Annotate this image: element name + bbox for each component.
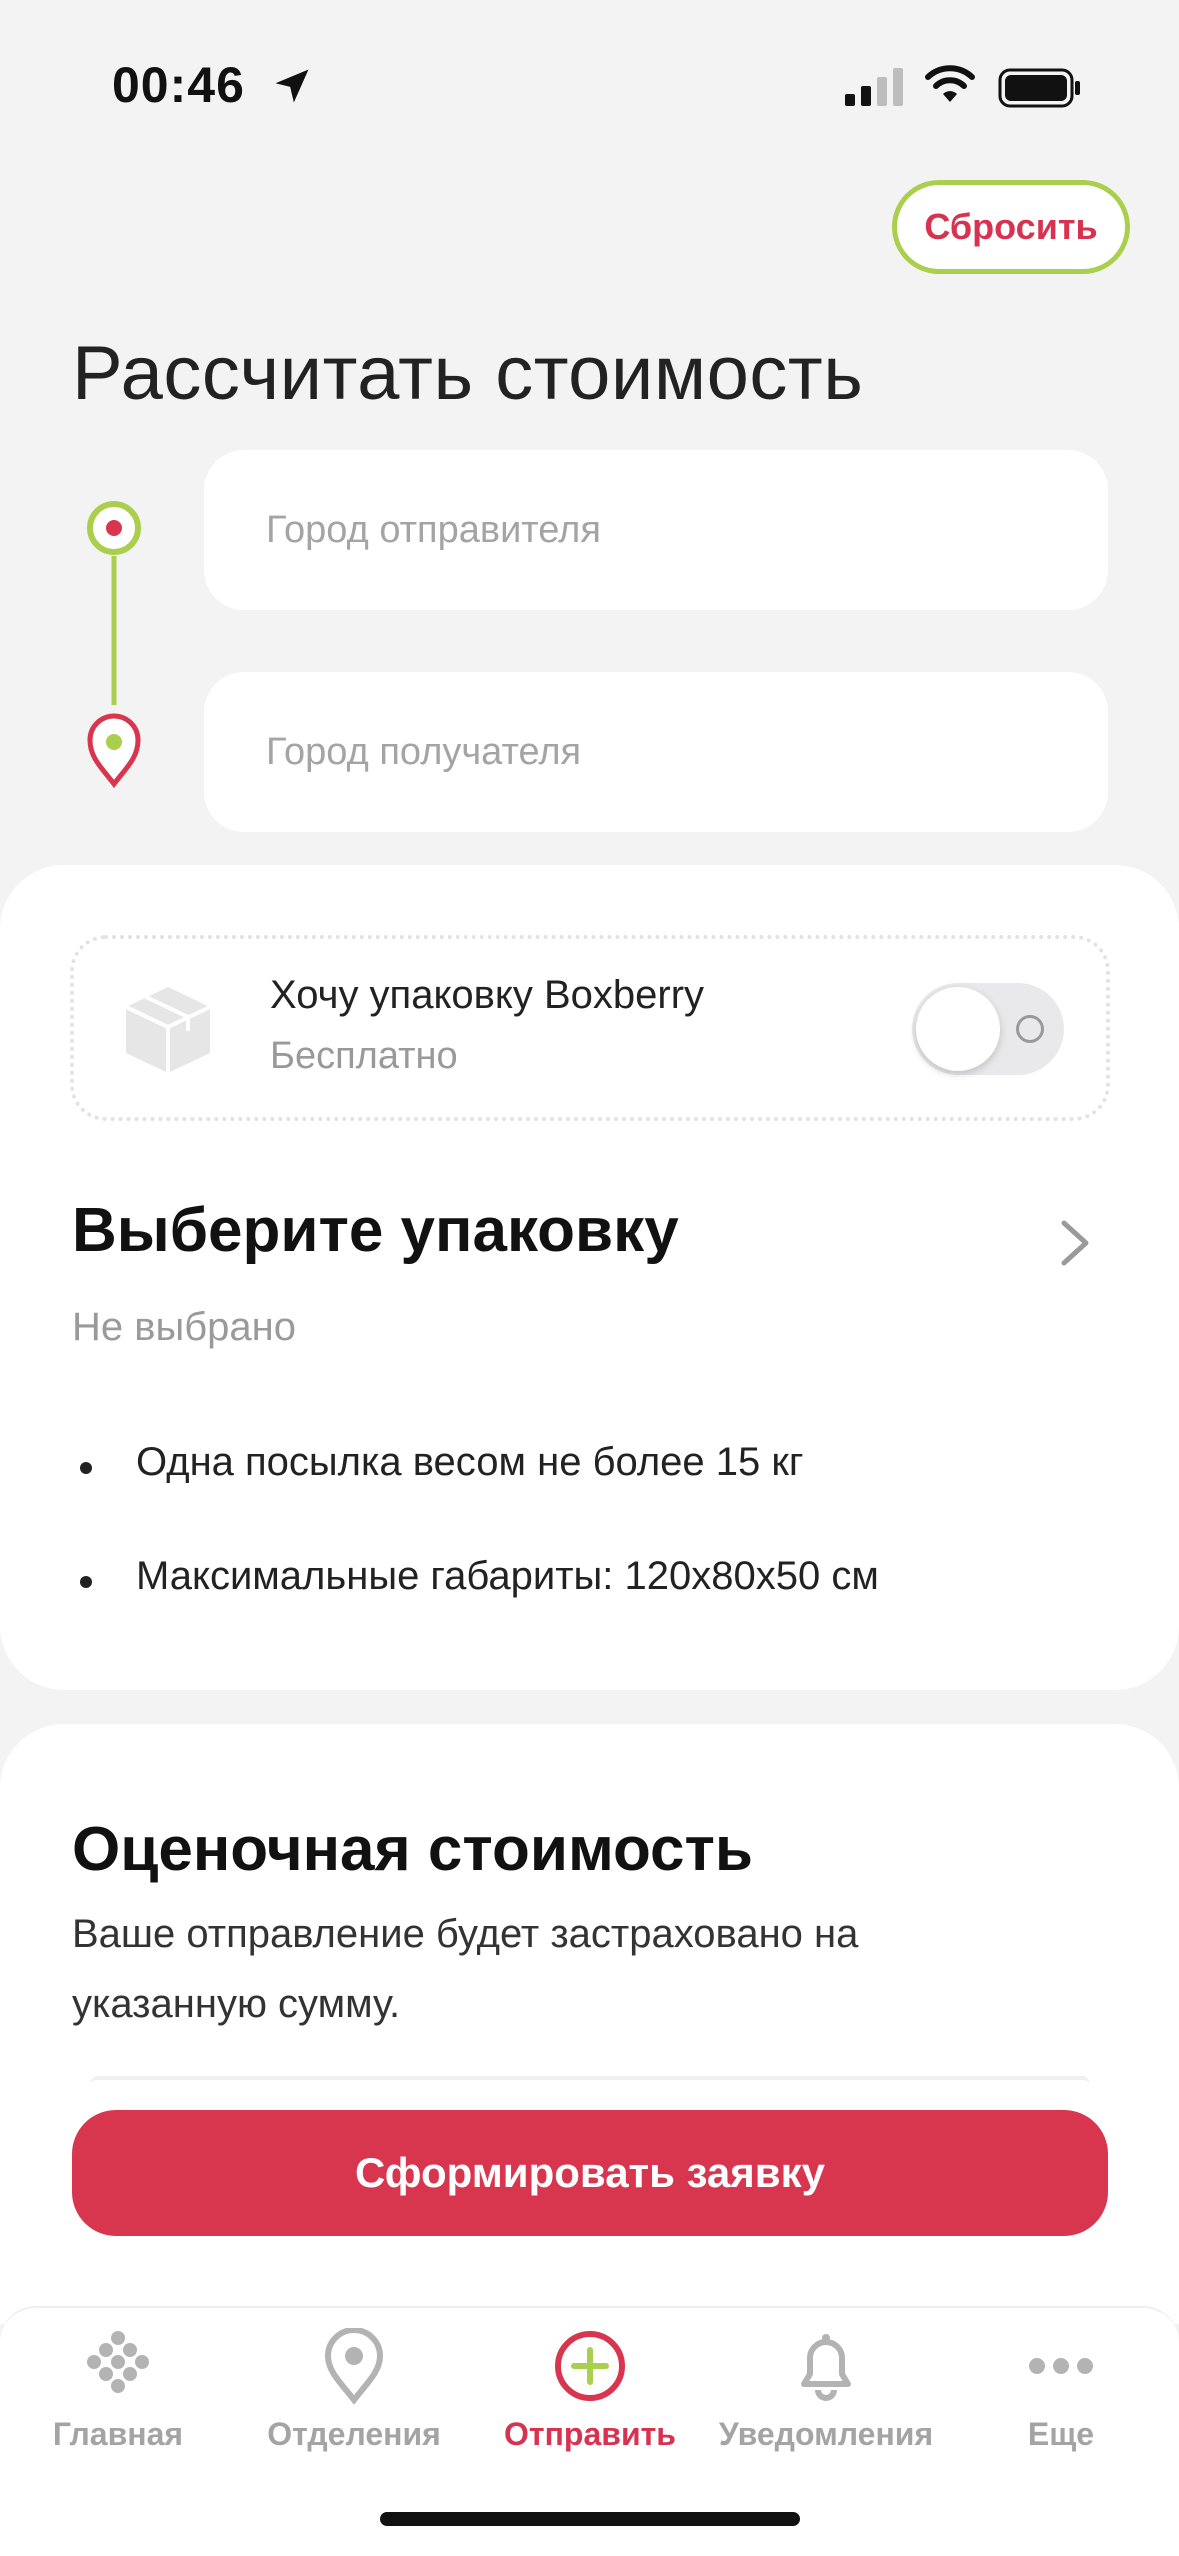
tab-label: Уведомления [718,2416,934,2452]
route-line [87,501,141,789]
packaging-option-price: Бесплатно [270,1035,458,1077]
toggle-knob [916,987,1000,1071]
packaging-option-title: Хочу упаковку Boxberry [270,973,705,1017]
packaging-selected-value: Не выбрано [72,1305,296,1349]
location-arrow-icon [275,69,309,103]
home-indicator [380,2512,800,2526]
home-icon [87,2331,149,2393]
more-icon [1029,2358,1093,2374]
tab-home[interactable]: Главная [0,2328,236,2478]
list-item: Максимальные габариты: 120x80x50 см [72,1554,879,1668]
tab-label: Еще [1027,2416,1095,2452]
chevron-right-icon[interactable] [1058,1217,1094,1269]
choose-packaging-title[interactable]: Выберите упаковку [72,1195,679,1266]
tab-send[interactable]: Отправить [472,2328,708,2478]
page-title: Рассчитать стоимость [72,331,864,416]
tab-branches[interactable]: Отделения [236,2328,472,2478]
tab-label: Отправить [504,2416,676,2452]
list-item: Одна посылка весом не более 15 кг [72,1440,879,1554]
bell-icon [801,2334,851,2401]
valuation-description: Ваше отправление будет застраховано на у… [72,1912,859,2026]
boxberry-packaging-option: Хочу упаковку Boxberry Бесплатно [70,935,1110,1121]
valuation-input-edge[interactable] [90,2076,1090,2084]
cellular-signal-icon [845,68,903,106]
recipient-city-input[interactable] [204,672,1108,832]
create-request-button[interactable]: Сформировать заявку [72,2110,1108,2236]
reset-button[interactable]: Сбросить [892,180,1130,274]
packaging-rules-list: Одна посылка весом не более 15 кг Максим… [72,1440,879,1668]
packaging-toggle[interactable] [912,983,1064,1075]
tab-notifications[interactable]: Уведомления [708,2328,944,2478]
battery-icon [998,68,1080,108]
tab-label: Отделения [267,2416,441,2452]
tab-label: Главная [52,2416,184,2452]
plus-circle-icon [555,2331,625,2401]
tab-more[interactable]: Еще [943,2328,1179,2478]
toggle-off-indicator [1016,1015,1044,1043]
sender-city-input[interactable] [204,450,1108,610]
valuation-title: Оценочная стоимость [72,1815,754,1884]
status-time: 00:46 [112,57,245,113]
wifi-icon [925,65,975,102]
status-bar: 00:46 [0,0,1179,160]
packaging-card: Хочу упаковку Boxberry Бесплатно Выберит… [0,865,1179,1690]
map-pin-icon [324,2328,384,2404]
box-icon [125,987,211,1073]
